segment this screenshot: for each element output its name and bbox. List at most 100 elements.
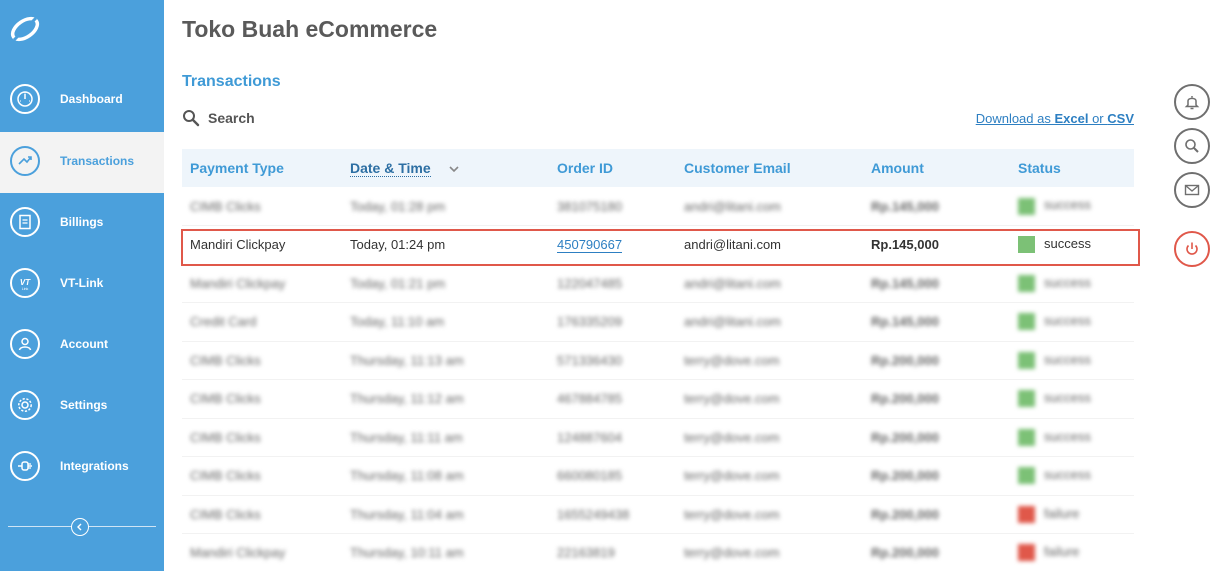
- svg-text:Link: Link: [22, 287, 29, 291]
- cell-date-time: Thursday, 11:11 am: [342, 418, 549, 457]
- transactions-icon: [10, 146, 40, 176]
- cell-amount: Rp.200,000: [863, 418, 1010, 457]
- table-row[interactable]: Mandiri Clickpay Thursday, 10:11 am 221638…: [182, 533, 1134, 571]
- order-id-link[interactable]: 660080185: [557, 468, 622, 483]
- cell-status: failure: [1010, 533, 1134, 571]
- status-indicator: [1018, 313, 1035, 331]
- svg-text:VT: VT: [20, 278, 31, 287]
- cell-amount: Rp.145,000: [863, 225, 1010, 265]
- download-csv-link[interactable]: CSV: [1107, 111, 1134, 126]
- order-id-link[interactable]: 124887604: [557, 430, 622, 445]
- search-icon: [183, 110, 200, 127]
- download-excel-link[interactable]: Excel: [1054, 111, 1088, 126]
- cell-date-time: Today, 01:21 pm: [342, 264, 549, 303]
- cell-order-id[interactable]: 381075180: [549, 187, 676, 226]
- cell-status: success: [1010, 225, 1134, 265]
- sidebar-item-transactions[interactable]: Transactions: [0, 132, 164, 193]
- status-label: success: [1044, 390, 1091, 406]
- column-header-order-id[interactable]: Order ID: [549, 149, 676, 187]
- order-id-link[interactable]: 381075180: [557, 199, 622, 214]
- page-title: Toko Buah eCommerce: [182, 16, 438, 42]
- table-row[interactable]: CIMB Clicks Today, 01:28 pm 381075180 andri…: [182, 187, 1134, 226]
- table-row[interactable]: CIMB Clicks Thursday, 11:13 am 571336430 te…: [182, 341, 1134, 380]
- table-row[interactable]: CIMB Clicks Thursday, 11:08 am 660080185 te…: [182, 456, 1134, 496]
- table-row[interactable]: Mandiri Clickpay Today, 01:21 pm 122047485…: [182, 264, 1134, 303]
- order-id-link[interactable]: 22163819: [557, 545, 615, 560]
- cell-date-time: Thursday, 11:08 am: [342, 456, 549, 496]
- sidebar-item-account[interactable]: Account: [0, 315, 164, 376]
- status-label: success: [1044, 428, 1091, 444]
- status-label: success: [1044, 197, 1091, 213]
- search-button[interactable]: [1174, 128, 1210, 164]
- status-indicator: [1018, 390, 1035, 408]
- logout-button[interactable]: [1174, 231, 1210, 267]
- cell-amount: Rp.200,000: [863, 456, 1010, 496]
- order-id-link[interactable]: 122047485: [557, 276, 622, 291]
- cell-order-id[interactable]: 124887604: [549, 418, 676, 457]
- chevron-left-icon: [77, 523, 82, 531]
- sidebar-item-settings[interactable]: Settings: [0, 376, 164, 437]
- download-links: Download as Excel or CSV: [976, 111, 1134, 126]
- cell-payment-type: Mandiri Clickpay: [182, 533, 342, 571]
- cell-date-time: Thursday, 11:13 am: [342, 341, 549, 380]
- cell-status: failure: [1010, 495, 1134, 534]
- column-header-amount[interactable]: Amount: [863, 149, 1010, 187]
- cell-date-time: Today, 01:24 pm: [342, 225, 549, 265]
- cell-payment-type: CIMB Clicks: [182, 341, 342, 380]
- cell-order-id[interactable]: 176335209: [549, 302, 676, 342]
- order-id-link[interactable]: 1655249438: [557, 507, 629, 522]
- cell-customer-email: terry@dove.com: [676, 456, 863, 496]
- table-row[interactable]: CIMB Clicks Thursday, 11:04 am 1655249438 t…: [182, 495, 1134, 534]
- sidebar: Dashboard Transactions Billings VT Link V…: [0, 0, 164, 571]
- column-header-status[interactable]: Status: [1010, 149, 1134, 187]
- table-row[interactable]: Credit Card Today, 11:10 am 176335209 andri…: [182, 302, 1134, 342]
- mail-icon: [1184, 184, 1200, 196]
- account-icon: [10, 329, 40, 359]
- column-header-payment-type[interactable]: Payment Type: [182, 149, 342, 187]
- table-row[interactable]: CIMB Clicks Thursday, 11:12 am 467884785 te…: [182, 379, 1134, 419]
- order-id-link[interactable]: 176335209: [557, 314, 622, 329]
- cell-order-id[interactable]: 450790667: [549, 225, 676, 265]
- column-header-date-time[interactable]: Date & Time: [342, 149, 549, 187]
- cell-status: success: [1010, 341, 1134, 380]
- dashboard-icon: [10, 84, 40, 114]
- main-content: Toko Buah eCommerce Transactions Search …: [164, 0, 1164, 571]
- cell-date-time: Thursday, 11:04 am: [342, 495, 549, 534]
- cell-order-id[interactable]: 22163819: [549, 533, 676, 571]
- collapse-sidebar-button[interactable]: [71, 518, 89, 536]
- cell-customer-email: andri@litani.com: [676, 264, 863, 303]
- cell-payment-type: CIMB Clicks: [182, 187, 342, 226]
- sidebar-item-vt-link[interactable]: VT Link VT-Link: [0, 254, 164, 315]
- vt-link-icon: VT Link: [10, 268, 40, 298]
- table-row[interactable]: Mandiri Clickpay Today, 01:24 pm 450790667…: [182, 225, 1134, 265]
- sidebar-item-integrations[interactable]: Integrations: [0, 437, 164, 498]
- cell-status: success: [1010, 456, 1134, 496]
- cell-order-id[interactable]: 1655249438: [549, 495, 676, 534]
- chevron-down-icon: [448, 166, 459, 173]
- logo-icon[interactable]: [8, 12, 42, 46]
- status-label: success: [1044, 467, 1091, 483]
- column-header-label: Date & Time: [350, 160, 431, 177]
- notifications-button[interactable]: [1174, 84, 1210, 120]
- sidebar-item-label: VT-Link: [60, 276, 104, 290]
- order-id-link[interactable]: 450790667: [557, 237, 623, 254]
- sidebar-item-label: Settings: [60, 398, 108, 412]
- cell-order-id[interactable]: 660080185: [549, 456, 676, 496]
- order-id-link[interactable]: 467884785: [557, 391, 622, 406]
- messages-button[interactable]: [1174, 172, 1210, 208]
- cell-status: success: [1010, 302, 1134, 342]
- search-toggle[interactable]: Search: [182, 109, 255, 127]
- cell-order-id[interactable]: 467884785: [549, 379, 676, 419]
- cell-amount: Rp.200,000: [863, 341, 1010, 380]
- search-icon: [1185, 139, 1199, 153]
- cell-order-id[interactable]: 122047485: [549, 264, 676, 303]
- download-prefix: Download as: [975, 111, 1055, 126]
- table-row[interactable]: CIMB Clicks Thursday, 11:11 am 124887604 te…: [182, 418, 1134, 457]
- order-id-link[interactable]: 571336430: [557, 353, 622, 368]
- cell-order-id[interactable]: 571336430: [549, 341, 676, 380]
- cell-payment-type: CIMB Clicks: [182, 379, 342, 419]
- cell-date-time: Thursday, 10:11 am: [342, 533, 549, 571]
- column-header-customer-email[interactable]: Customer Email: [676, 149, 863, 187]
- sidebar-item-billings[interactable]: Billings: [0, 193, 164, 254]
- sidebar-item-dashboard[interactable]: Dashboard: [0, 70, 164, 131]
